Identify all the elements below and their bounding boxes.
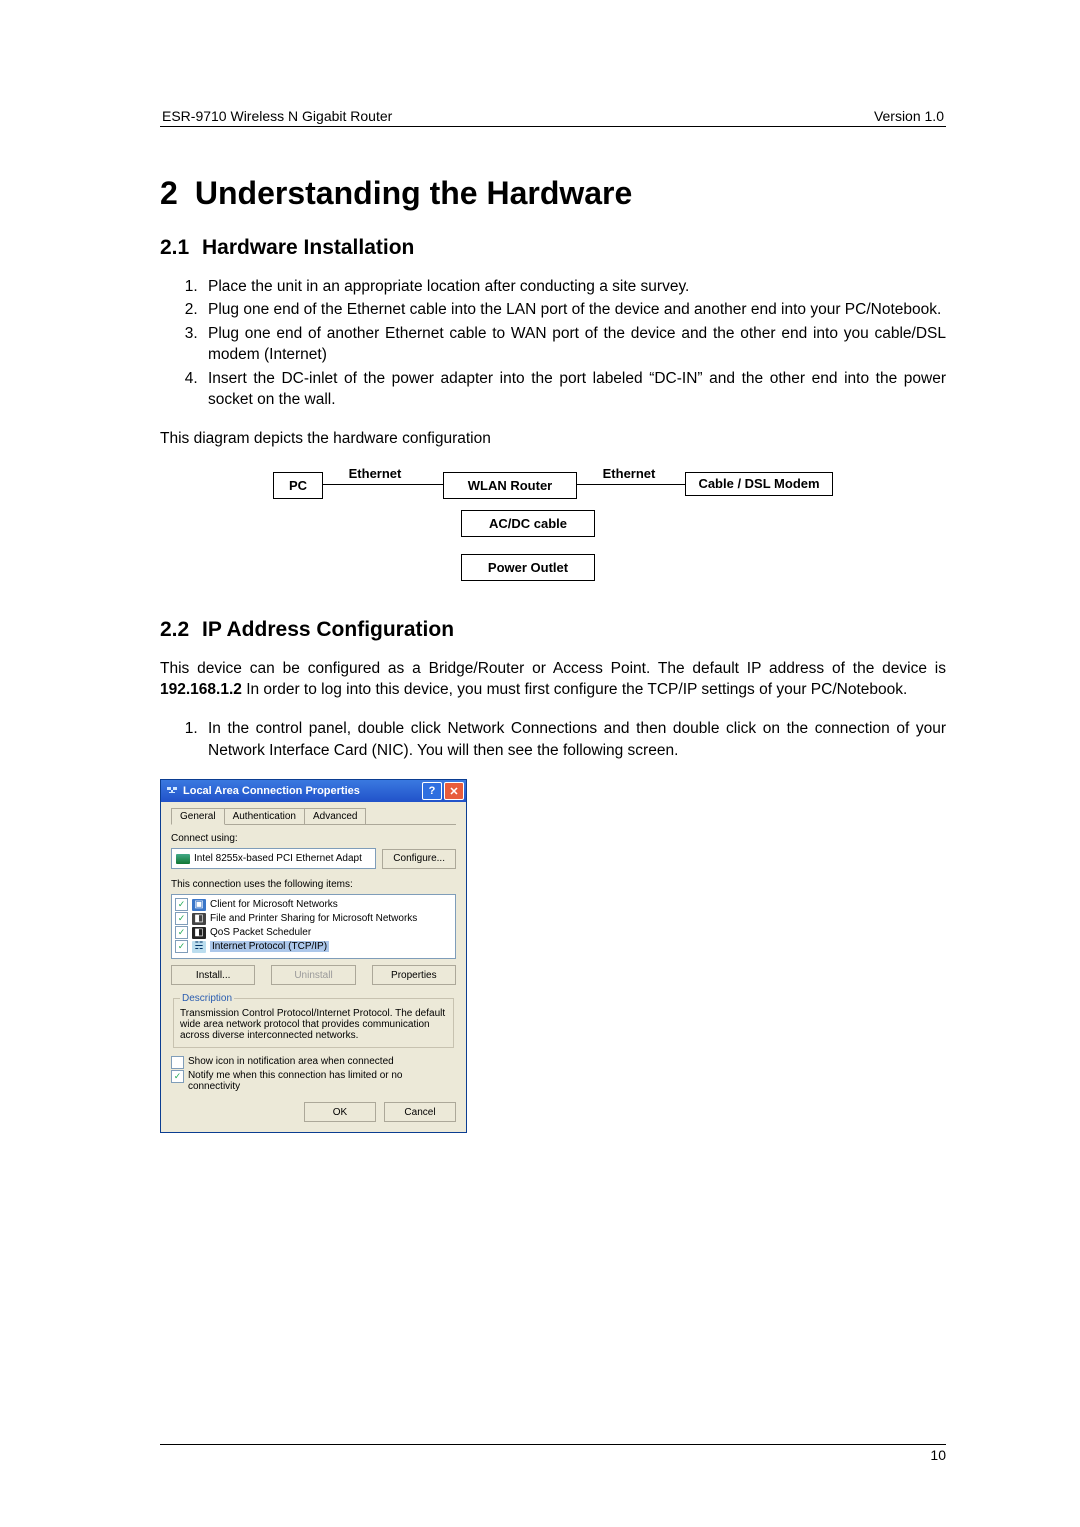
adapter-name: Intel 8255x-based PCI Ethernet Adapt [194, 853, 362, 864]
description-text: Transmission Control Protocol/Internet P… [180, 1008, 447, 1041]
show-icon-label: Show icon in notification area when conn… [188, 1056, 394, 1067]
header: ESR-9710 Wireless N Gigabit Router Versi… [160, 108, 946, 126]
install-button[interactable]: Install... [171, 965, 255, 985]
section-2-1-title: 2.1Hardware Installation [160, 236, 946, 260]
item-client: Client for Microsoft Networks [210, 899, 338, 910]
ok-button[interactable]: OK [304, 1102, 376, 1122]
ip-steps: In the control panel, double click Netwo… [160, 718, 946, 761]
item-tcpip: Internet Protocol (TCP/IP) [210, 941, 329, 952]
step-3: Plug one end of another Ethernet cable t… [202, 323, 946, 366]
uninstall-button: Uninstall [271, 965, 355, 985]
diagram-power-outlet: Power Outlet [461, 554, 595, 581]
dialog-title: Local Area Connection Properties [183, 785, 420, 797]
tab-authentication[interactable]: Authentication [224, 808, 305, 824]
client-icon: ▣ [192, 899, 206, 911]
diagram-modem: Cable / DSL Modem [685, 472, 833, 496]
hardware-steps: Place the unit in an appropriate locatio… [160, 276, 946, 410]
diagram-line-wlan-modem [577, 484, 685, 485]
list-item[interactable]: ✓ ▣ Client for Microsoft Networks [175, 898, 452, 911]
section-2-1-num: 2.1 [160, 236, 202, 260]
service-icon: ◧ [192, 913, 206, 925]
chapter-title: 2 Understanding the Hardware [160, 175, 946, 212]
step-1: Place the unit in an appropriate locatio… [202, 276, 946, 297]
dialog-body: General Authentication Advanced Connect … [161, 802, 466, 1132]
components-list[interactable]: ✓ ▣ Client for Microsoft Networks ✓ ◧ Fi… [171, 894, 456, 959]
step-4: Insert the DC-inlet of the power adapter… [202, 368, 946, 411]
step-2: Plug one end of the Ethernet cable into … [202, 299, 946, 320]
ip-para-pre: This device can be configured as a Bridg… [160, 660, 946, 677]
properties-button[interactable]: Properties [372, 965, 456, 985]
header-left: ESR-9710 Wireless N Gigabit Router [162, 108, 392, 124]
default-ip: 192.168.1.2 [160, 681, 242, 698]
diagram-intro: This diagram depicts the hardware config… [160, 428, 946, 449]
section-2-2-text: IP Address Configuration [202, 618, 454, 641]
items-label: This connection uses the following items… [171, 879, 456, 890]
page: ESR-9710 Wireless N Gigabit Router Versi… [0, 0, 1080, 1527]
section-2-1-text: Hardware Installation [202, 236, 414, 259]
item-qos: QoS Packet Scheduler [210, 927, 311, 938]
help-button[interactable]: ? [422, 782, 442, 800]
configure-button[interactable]: Configure... [382, 849, 456, 869]
nic-icon [176, 854, 190, 864]
connect-using-label: Connect using: [171, 833, 456, 844]
notify-label: Notify me when this connection has limit… [188, 1070, 456, 1092]
diagram-ethernet-2: Ethernet [589, 466, 669, 481]
ip-step-1: In the control panel, double click Netwo… [202, 718, 946, 761]
protocol-icon: ☵ [192, 941, 206, 953]
diagram-line-pc-wlan [323, 484, 443, 485]
diagram-ethernet-1: Ethernet [335, 466, 415, 481]
description-group: Description Transmission Control Protoco… [173, 993, 454, 1048]
dialog-titlebar[interactable]: Local Area Connection Properties ? ✕ [161, 780, 466, 802]
ip-para-post: In order to log into this device, you mu… [242, 681, 907, 698]
service-icon: ◧ [192, 927, 206, 939]
adapter-field[interactable]: Intel 8255x-based PCI Ethernet Adapt [171, 848, 376, 869]
header-rule [160, 126, 946, 127]
description-legend: Description [180, 993, 234, 1004]
diagram-wlan-router: WLAN Router [443, 472, 577, 499]
diagram-pc: PC [273, 472, 323, 499]
footer-rule [160, 1444, 946, 1445]
tab-general[interactable]: General [171, 808, 225, 825]
checkbox-unchecked-icon[interactable]: ✓ [171, 1056, 184, 1069]
checkbox-checked-icon[interactable]: ✓ [175, 940, 188, 953]
list-item[interactable]: ✓ ◧ File and Printer Sharing for Microso… [175, 912, 452, 925]
list-item[interactable]: ✓ ◧ QoS Packet Scheduler [175, 926, 452, 939]
page-number: 10 [930, 1447, 946, 1463]
chapter-text: Understanding the Hardware [195, 175, 632, 211]
section-2-2-num: 2.2 [160, 618, 202, 642]
lan-properties-dialog: Local Area Connection Properties ? ✕ Gen… [160, 779, 467, 1133]
ip-config-paragraph: This device can be configured as a Bridg… [160, 658, 946, 701]
diagram-acdc: AC/DC cable [461, 510, 595, 537]
item-fileprint: File and Printer Sharing for Microsoft N… [210, 913, 417, 924]
section-2-2-title: 2.2IP Address Configuration [160, 618, 946, 642]
checkbox-checked-icon[interactable]: ✓ [175, 898, 188, 911]
list-item-selected[interactable]: ✓ ☵ Internet Protocol (TCP/IP) [175, 940, 452, 953]
checkbox-checked-icon[interactable]: ✓ [175, 912, 188, 925]
hardware-diagram: PC Ethernet WLAN Router Ethernet Cable /… [273, 472, 833, 590]
chapter-number: 2 [160, 175, 186, 212]
checkbox-checked-icon[interactable]: ✓ [175, 926, 188, 939]
network-icon [165, 784, 179, 798]
dialog-tabs: General Authentication Advanced [171, 808, 456, 825]
header-right: Version 1.0 [874, 108, 944, 124]
checkbox-checked-icon[interactable]: ✓ [171, 1070, 184, 1083]
tab-advanced[interactable]: Advanced [304, 808, 366, 824]
close-button[interactable]: ✕ [444, 782, 464, 800]
cancel-button[interactable]: Cancel [384, 1102, 456, 1122]
